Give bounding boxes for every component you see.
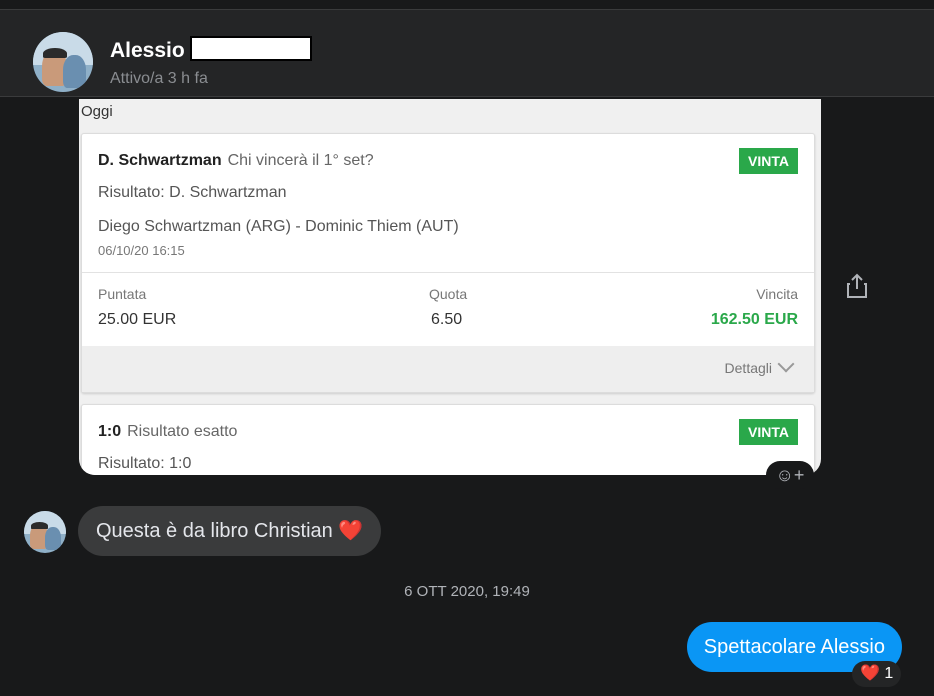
- incoming-message-text: Questa è da libro Christian: [96, 520, 333, 542]
- bet-title-2: 1:0 Risultato esatto: [98, 423, 238, 440]
- card-divider: [82, 272, 814, 273]
- outgoing-message-text: Spettacolare Alessio: [703, 636, 885, 658]
- redacted-surname: [190, 36, 312, 61]
- heart-emoji: ❤️: [338, 520, 364, 542]
- bet-card: D. Schwartzman Chi vincerà il 1° set? VIN…: [81, 133, 815, 393]
- shared-screenshot-image[interactable]: Oggi D. Schwartzman Chi vincerà il 1° set…: [79, 99, 821, 475]
- contact-status: Attivo/a 3 h fa: [110, 70, 208, 87]
- card-footer: Dettagli: [82, 346, 814, 392]
- bet-result: Risultato: D. Schwartzman: [98, 184, 287, 201]
- chat-header: Alessio Attivo/a 3 h fa: [0, 10, 934, 97]
- contact-avatar[interactable]: [33, 32, 93, 92]
- bet-card-2: 1:0 Risultato esatto VINTA Risultato: 1:0: [81, 404, 815, 475]
- bet-datetime: 06/10/20 16:15: [98, 243, 185, 258]
- add-reaction-icon[interactable]: ☺+: [766, 461, 814, 489]
- incoming-message[interactable]: Questa è da libro Christian ❤️: [78, 506, 382, 556]
- puntata-label: Puntata: [98, 286, 147, 302]
- status-badge: VINTA: [739, 148, 798, 174]
- vincita-label: Vincita: [756, 286, 798, 302]
- day-label: Oggi: [81, 103, 113, 120]
- status-badge-2: VINTA: [739, 419, 798, 445]
- vincita-value: 162.50 EUR: [710, 311, 798, 328]
- reaction-count: 1: [884, 665, 894, 682]
- bet-result-2: Risultato: 1:0: [98, 455, 192, 472]
- contact-name[interactable]: Alessio: [110, 39, 185, 63]
- bet-title: D. Schwartzman Chi vincerà il 1° set?: [98, 152, 374, 169]
- reaction-heart-icon: ❤️: [860, 665, 880, 682]
- puntata-value: 25.00 EUR: [98, 311, 177, 328]
- chevron-down-icon: [777, 355, 795, 373]
- message-timestamp: 6 OTT 2020, 19:49: [404, 583, 530, 600]
- quota-value: 6.50: [431, 311, 463, 328]
- message-reaction[interactable]: ❤️ 1: [852, 661, 902, 687]
- share-icon[interactable]: [845, 272, 869, 300]
- sender-avatar[interactable]: [24, 511, 66, 553]
- details-link: Dettagli: [724, 360, 772, 376]
- quota-label: Quota: [429, 286, 468, 302]
- bet-match: Diego Schwartzman (ARG) - Dominic Thiem …: [98, 218, 459, 235]
